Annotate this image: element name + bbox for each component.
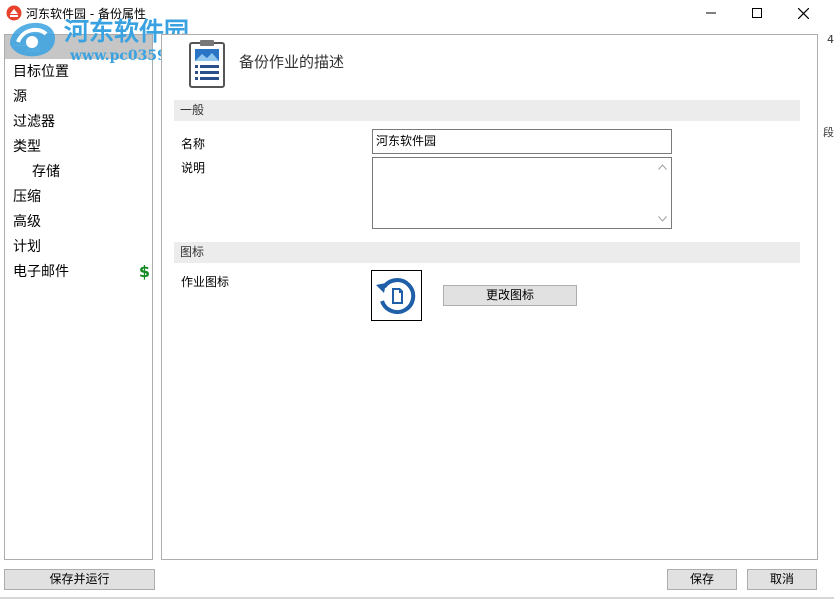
sidebar-item-email[interactable]: 电子邮件 $ (5, 260, 152, 284)
maximize-button[interactable] (734, 0, 780, 26)
sidebar-item-label: 目标位置 (13, 64, 69, 80)
sidebar-item-label: 类型 (13, 139, 41, 155)
sidebar-item-compression[interactable]: 压缩 (5, 185, 152, 209)
sidebar-item-label: 过滤器 (13, 114, 55, 130)
section-icon-label: 图标 (180, 245, 205, 259)
sidebar-item-filters[interactable]: 过滤器 (5, 110, 152, 134)
section-general-label: 一般 (180, 103, 205, 117)
sidebar-item-label: 电子邮件 (13, 264, 69, 280)
sidebar-item-storage[interactable]: 存储 (5, 160, 152, 184)
dollar-icon: $ (138, 262, 150, 281)
sidebar-item-label: 压缩 (13, 189, 41, 205)
name-field-value: 河东软件园 (376, 134, 437, 148)
name-field[interactable]: 河东软件园 (372, 129, 672, 154)
minimize-icon (706, 12, 716, 14)
save-button[interactable]: 保存 (667, 569, 737, 590)
change-icon-button[interactable]: 更改图标 (443, 285, 577, 306)
close-button[interactable] (780, 0, 826, 26)
sidebar-item-label: 源 (13, 89, 27, 105)
sidebar-item-source[interactable]: 源 (5, 85, 152, 109)
sidebar-item-advanced[interactable]: 高级 (5, 210, 152, 234)
watermark-logo-icon (10, 22, 56, 57)
job-icon-label: 作业图标 (181, 275, 230, 289)
scroll-down-icon[interactable] (658, 216, 667, 222)
section-general-header: 一般 (174, 100, 800, 121)
scroll-up-icon[interactable] (658, 164, 667, 170)
minimize-button[interactable] (688, 0, 734, 26)
content-panel: 备份作业的描述 一般 名称 河东软件园 说明 图标 作业图标 更改图标 (161, 34, 818, 560)
sidebar-item-label: 高级 (13, 214, 41, 230)
backup-restore-icon (376, 278, 416, 315)
description-field[interactable] (372, 157, 672, 229)
maximize-icon (752, 8, 762, 18)
name-label: 名称 (181, 137, 206, 151)
description-label: 说明 (181, 161, 206, 175)
page-title: 备份作业的描述 (239, 53, 345, 71)
section-icon-header: 图标 (174, 242, 800, 263)
close-icon (797, 7, 809, 19)
sidebar-item-label: 存储 (32, 164, 60, 180)
sidebar-item-label: 计划 (13, 239, 41, 255)
clipboard-description-icon (189, 40, 225, 88)
sidebar-nav: 一般 目标位置 源 过滤器 类型 存储 压缩 高级 计划 电子邮件 $ (4, 34, 153, 560)
job-icon-preview (371, 270, 422, 321)
save-and-run-button[interactable]: 保存并运行 (4, 569, 155, 590)
sidebar-item-schedule[interactable]: 计划 (5, 235, 152, 259)
cancel-button[interactable]: 取消 (747, 569, 817, 590)
sidebar-item-type[interactable]: 类型 (5, 135, 152, 159)
edge-text-top: 4 (827, 33, 834, 46)
edge-text-mid: 段 (823, 126, 834, 139)
